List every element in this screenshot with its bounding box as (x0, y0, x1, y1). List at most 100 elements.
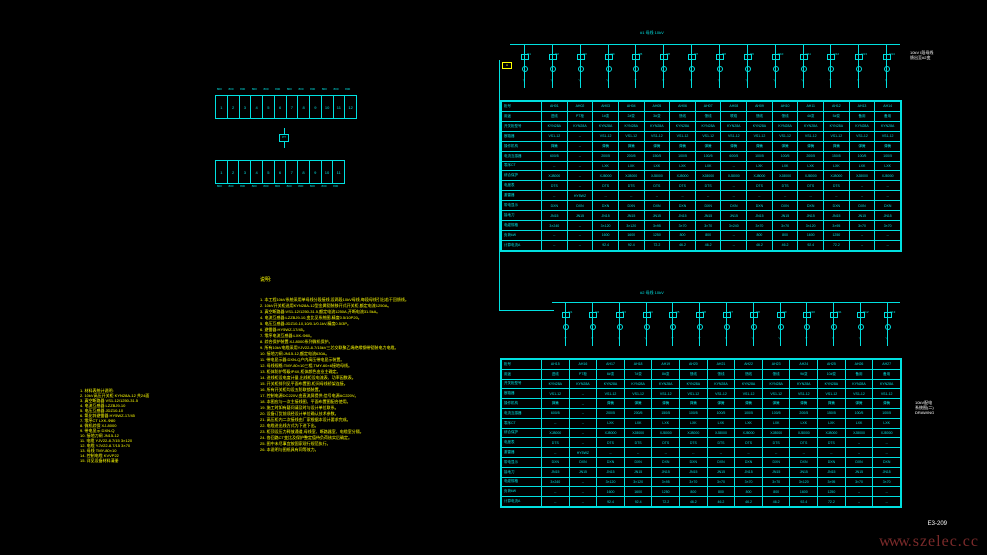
cell: 3×95 (818, 477, 846, 487)
row-header: 电缆规格 (502, 221, 542, 231)
cell: DTS (593, 181, 619, 191)
cell: VS1-12 (735, 389, 763, 399)
cell: 46.2 (772, 240, 798, 250)
cell: -- (567, 171, 593, 181)
row-header: 电度表 (502, 438, 542, 448)
cell: 100/5 (735, 408, 763, 418)
cell: DXN (747, 201, 773, 211)
breaker-tag: Q11 (806, 52, 811, 56)
row-header: 负荷kW (502, 230, 542, 240)
cell: 10#变 (818, 369, 846, 379)
breaker-tag: Q10 (778, 52, 784, 56)
cell: LXK (845, 418, 873, 428)
cell: -- (875, 230, 901, 240)
cell: 进线 (542, 369, 570, 379)
cell: LXK (670, 161, 696, 171)
cell: DXN (824, 201, 850, 211)
panel-cell: 3 (240, 96, 252, 118)
cell: JN15 (624, 467, 652, 477)
row-header: 用途 (502, 369, 542, 379)
notes-header: 说明: (260, 277, 490, 283)
cell: KYN28A (772, 121, 798, 131)
col-header: AH07 (695, 102, 721, 112)
breaker-tag: Q11 (836, 310, 841, 314)
cell: 3×70 (875, 221, 901, 231)
breaker-tag: Q1 (527, 52, 531, 56)
cell: LXK (597, 418, 625, 428)
dim-label: 800 (229, 87, 234, 91)
panel-cell: 9 (310, 96, 322, 118)
cell: 2#变 (618, 111, 644, 121)
cell: -- (845, 487, 873, 497)
cell: XJ8000 (542, 171, 568, 181)
cell: LXK (747, 161, 773, 171)
cell: 92.4 (618, 240, 644, 250)
cell: -- (824, 191, 850, 201)
col-header: AH19 (652, 360, 680, 370)
cell: 弹簧 (542, 399, 570, 409)
cell: 6#变 (597, 369, 625, 379)
cell: DXN (790, 457, 818, 467)
cell: -- (569, 477, 597, 487)
cell: VS1-12 (762, 389, 790, 399)
breaker-tag: Q5 (638, 52, 642, 56)
col-header: AH24 (790, 360, 818, 370)
cell: LXK (873, 418, 901, 428)
cell: KYN28A (597, 379, 625, 389)
cell: PT柜 (567, 111, 593, 121)
cell: -- (542, 191, 568, 201)
cell: DXN (618, 201, 644, 211)
cell: 200/5 (798, 151, 824, 161)
cell: LXK (875, 161, 901, 171)
panel-cell: 6 (275, 161, 287, 183)
notes-materials: 1. 材料表统计说明: 2. 10kV高压开关柜 KYN28A-12 共24面 … (80, 378, 240, 473)
ct-icon (751, 324, 757, 330)
cell: -- (644, 191, 670, 201)
col-header: AH26 (845, 360, 873, 370)
cell: -- (695, 191, 721, 201)
cell: DXN (762, 457, 790, 467)
cell: KYN28A (818, 379, 846, 389)
cell: LXK (707, 418, 735, 428)
cell: VS1-12 (597, 389, 625, 399)
cable-head-icon: ▽ (821, 78, 839, 82)
cell: -- (542, 448, 570, 458)
cell: 200/5 (618, 151, 644, 161)
cell: VS1-12 (790, 389, 818, 399)
notes-main: 说明: 1. 本工程10kV系统采用单母线分段接线,设两段10kV母线,每段母线… (260, 265, 490, 465)
cell: JN15 (735, 467, 763, 477)
col-header: AH08 (721, 102, 747, 112)
cell: 馈线 (735, 369, 763, 379)
cell: 馈线 (747, 111, 773, 121)
busbar (510, 44, 900, 45)
cable-head-icon: ▽ (877, 78, 895, 82)
cell: KYN28A (695, 121, 721, 131)
dim-label: 800 (240, 184, 245, 188)
cell: -- (670, 191, 696, 201)
cell: 600/5 (721, 151, 747, 161)
cell: -- (875, 181, 901, 191)
cell: 150/5 (824, 151, 850, 161)
cell: 3×120 (597, 477, 625, 487)
cell: -- (845, 497, 873, 507)
cell: LXK (798, 161, 824, 171)
cell: 弹簧 (624, 399, 652, 409)
cell: JN15 (597, 467, 625, 477)
cell: 100/5 (695, 151, 721, 161)
cell: 100/5 (849, 151, 875, 161)
cell: JN15 (593, 211, 619, 221)
cell: 1600 (790, 487, 818, 497)
cell: 100/5 (873, 408, 901, 418)
row-header: 电流互感器 (502, 408, 542, 418)
col-header: AH25 (818, 360, 846, 370)
cell: -- (567, 141, 593, 151)
cell: HY5WZ (567, 191, 593, 201)
col-header: AH27 (873, 360, 901, 370)
cell: -- (652, 448, 680, 458)
cell: JN15 (772, 211, 798, 221)
col-header: AH09 (747, 102, 773, 112)
cell: 150/5 (818, 408, 846, 418)
cable-head-icon: ▽ (738, 78, 756, 82)
riser-section-2: ▽Q1▽Q2▽Q3▽Q4▽Q5▽Q6▽Q7▽Q8▽Q9▽Q10▽Q11▽Q12▽… (552, 296, 900, 356)
cell: XJ8000 (624, 428, 652, 438)
